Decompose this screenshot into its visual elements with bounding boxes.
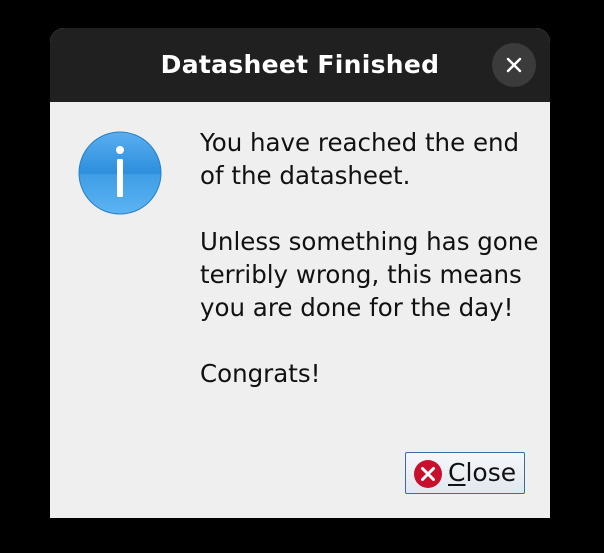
close-button-label-rest: lose xyxy=(465,458,517,487)
dialog-window: Datasheet Finished You have reached the … xyxy=(50,28,550,518)
dialog-title: Datasheet Finished xyxy=(160,50,440,79)
info-icon xyxy=(78,131,162,215)
title-bar[interactable]: Datasheet Finished xyxy=(50,28,550,102)
message-paragraph: Congrats! xyxy=(200,359,321,388)
close-icon xyxy=(506,57,522,73)
message-paragraph: You have reached the end of the datashee… xyxy=(200,128,520,190)
close-button-mnemonic: C xyxy=(448,458,466,487)
message-paragraph: Unless something has gone terribly wrong… xyxy=(200,227,539,322)
close-button-label: Close xyxy=(448,453,516,493)
window-close-button[interactable] xyxy=(492,43,536,87)
dialog-content: You have reached the end of the datashee… xyxy=(50,102,550,518)
message-text: You have reached the end of the datashee… xyxy=(200,126,540,390)
close-button[interactable]: Close xyxy=(405,452,525,494)
close-circle-icon xyxy=(414,460,442,488)
